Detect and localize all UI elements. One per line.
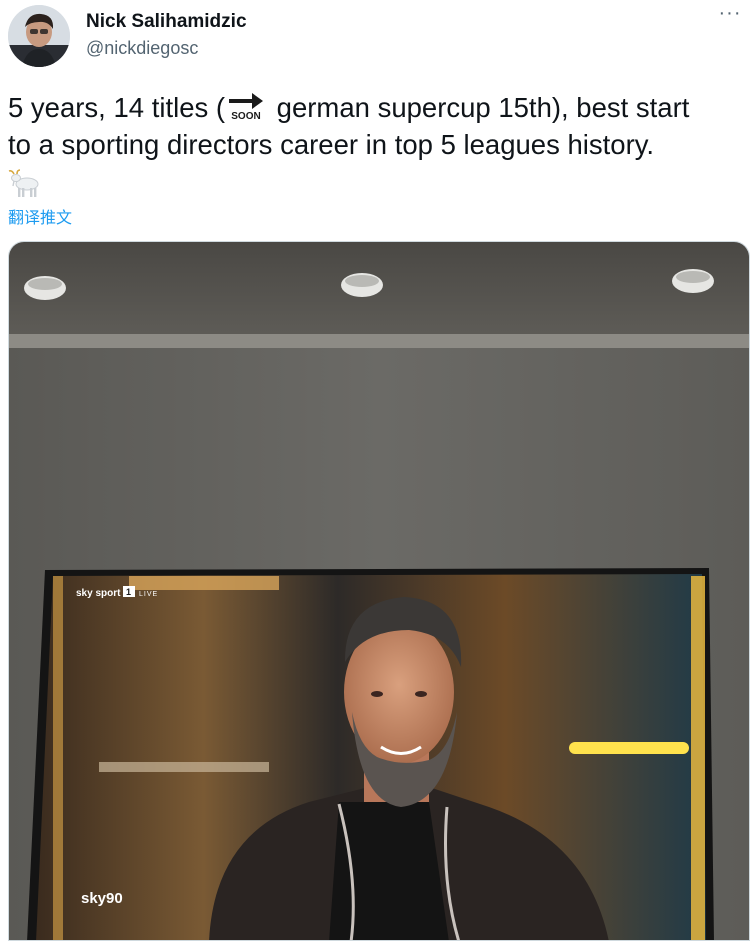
tweet-text-part-2: german supercup 15th), best start (269, 92, 690, 123)
tweet-text-part-1: 5 years, 14 titles ( (8, 92, 226, 123)
tv-live-label: LIVE (139, 591, 158, 598)
tv-screen (27, 568, 714, 940)
ceiling-light-3 (672, 269, 714, 293)
soon-arrow-icon: SOON (226, 90, 266, 120)
tv-corner-logo-label: sky90 (81, 890, 123, 907)
ceiling-trim (9, 334, 749, 348)
translate-tweet-link[interactable]: 翻译推文 (8, 204, 72, 228)
tweet-text-line-1: 5 years, 14 titles ( SOON german supercu… (8, 89, 750, 126)
tv-channel-label: sky sport (76, 588, 121, 599)
user-avatar[interactable] (8, 5, 70, 67)
author-handle[interactable]: @nickdiegosc (86, 38, 198, 59)
soon-emoji-label: SOON (231, 111, 260, 120)
more-options-icon[interactable]: ··· (714, 2, 746, 30)
goat-emoji-icon (8, 169, 42, 208)
tweet-photo[interactable]: sky sport 1 LIVE sky90 (8, 241, 750, 941)
goat-emoji-line (8, 163, 750, 200)
ceiling-light-1 (24, 276, 66, 300)
tv-channel-number: 1 (126, 587, 131, 597)
tv-corner-logo: sky90 (81, 890, 123, 907)
tweet-text: 5 years, 14 titles ( SOON german supercu… (8, 89, 750, 200)
ceiling-light-2 (341, 273, 383, 297)
tweet-text-line-2: to a sporting directors career in top 5 … (8, 129, 655, 160)
author-display-name[interactable]: Nick Salihamidzic (86, 11, 247, 33)
